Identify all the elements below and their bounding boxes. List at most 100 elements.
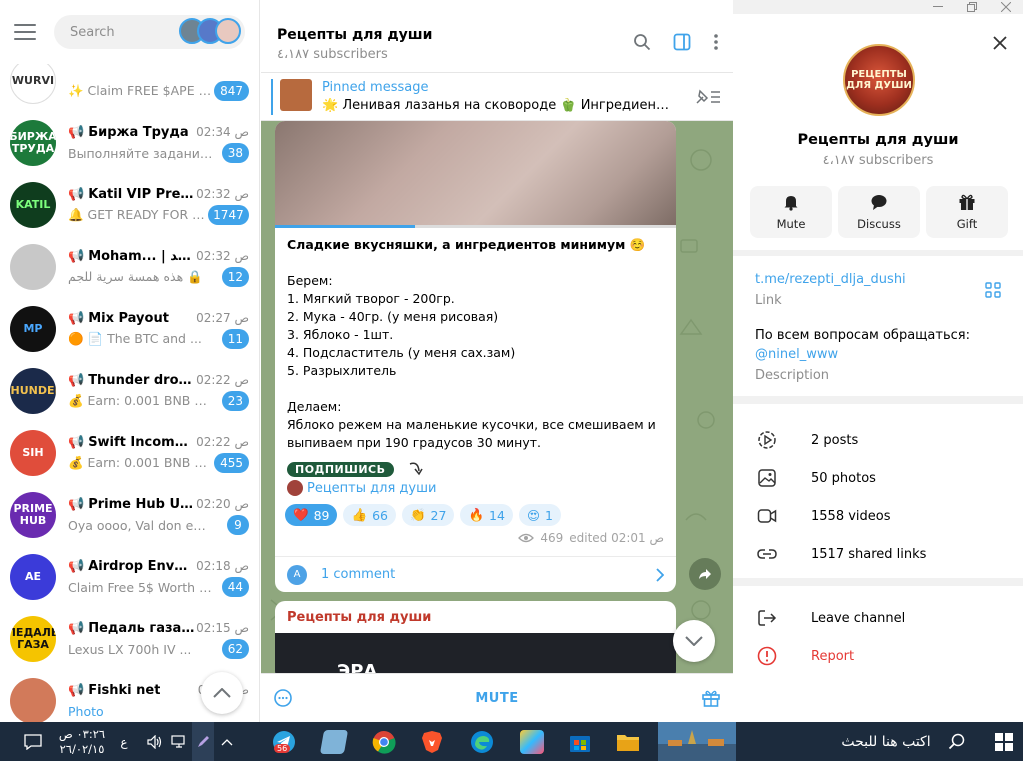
minimize-button[interactable] — [921, 0, 955, 14]
gift-action-button[interactable]: Gift — [926, 186, 1008, 238]
pinned-list-icon[interactable] — [695, 87, 721, 105]
sidebar-header: Search — [0, 0, 259, 64]
pen-button[interactable] — [192, 722, 214, 761]
leave-channel-button[interactable]: Leave channel — [755, 606, 905, 630]
brave-taskbar-app[interactable] — [412, 722, 452, 761]
reaction-chip[interactable]: 😍 1 — [518, 504, 561, 526]
photos-stat-row[interactable]: 50 photos — [755, 466, 876, 490]
info-channel-name: Рецепты для души — [797, 132, 959, 148]
qr-code-icon[interactable] — [985, 282, 1001, 298]
chat-time: 02:20 ص — [196, 497, 249, 511]
chat-list-item[interactable]: KATIL 📢 Katil VIP Pred... 02:32 ص 🔔 GET READ… — [0, 174, 259, 236]
info-subscribers: ٤،١٨٧ subscribers — [822, 153, 934, 168]
search-placeholder: Search — [70, 24, 115, 40]
taskbar-search-text[interactable]: اكتب هنا للبحث — [836, 722, 936, 761]
search-input[interactable]: Search — [54, 15, 245, 49]
chat-avatar: AE — [10, 554, 56, 600]
posts-stat-row[interactable]: 2 posts — [755, 428, 858, 452]
reaction-chip[interactable]: 🔥 14 — [460, 504, 513, 526]
chat-list-item[interactable]: SIH 📢Swift Income hub02:22 ص 💰 Earn: 0.001… — [0, 422, 259, 484]
description-text: По всем вопросам обращаться: — [755, 328, 970, 343]
chat-list-item[interactable]: ПЕДАЛЬ ГАЗА 📢Педаль газа | ...02:15 ص Lexu… — [0, 608, 259, 670]
chevron-up-icon — [213, 688, 231, 698]
stories-avatars[interactable] — [179, 18, 241, 44]
info-actions: Mute Discuss Gift — [750, 186, 1008, 238]
post-text: Сладкие вкусняшки, а ингредиентов миниму… — [275, 228, 676, 452]
restore-icon — [967, 2, 977, 12]
gift-icon[interactable] — [701, 688, 721, 708]
brave-icon — [422, 730, 442, 753]
file-explorer-taskbar-app[interactable] — [608, 722, 648, 761]
weather-widget[interactable] — [658, 722, 736, 761]
chat-list-item[interactable]: AE 📢 Airdrop Envoy™ 02:18 ص Claim Free 5$ Wo… — [0, 546, 259, 608]
notes-taskbar-app[interactable] — [314, 722, 354, 761]
video-progress[interactable] — [275, 225, 676, 228]
chrome-taskbar-app[interactable] — [364, 722, 404, 761]
share-arrow-icon — [699, 569, 711, 579]
channel-post[interactable]: Сладкие вкусняшки, а ингредиентов миниму… — [275, 121, 676, 592]
taskbar-clock[interactable]: ٠٣:٢٦ ص ٢٦/٠٢/١٥ — [52, 722, 112, 761]
chat-list-item[interactable]: 📢Moham... | مُحمد02:32 ص هذه همسة سرية لل… — [0, 236, 259, 298]
videos-stat-row[interactable]: 1558 videos — [755, 504, 891, 528]
scroll-down-button[interactable] — [673, 620, 715, 662]
channel-title[interactable]: Рецепты для души — [277, 27, 432, 43]
reaction-chip[interactable]: 👏 27 — [401, 504, 455, 526]
mute-action-button[interactable]: Mute — [750, 186, 832, 238]
chat-list-item[interactable]: THUNDER 📢Thunder drop...02:22 ص 💰 Earn: 0.… — [0, 360, 259, 422]
volume-button[interactable] — [144, 722, 166, 761]
close-window-button[interactable] — [989, 0, 1023, 14]
store-taskbar-app[interactable] — [560, 722, 600, 761]
channel-avatar[interactable]: РЕЦЕПТЫ ДЛЯ ДУШИ — [843, 44, 915, 116]
close-icon[interactable] — [993, 36, 1007, 50]
scroll-up-button[interactable] — [201, 672, 243, 714]
edge-taskbar-app[interactable] — [462, 722, 502, 761]
channel-mini-avatar — [287, 480, 303, 496]
reaction-chip[interactable]: ❤️ 89 — [285, 504, 338, 526]
show-hidden-icons-button[interactable] — [216, 722, 238, 761]
network-button[interactable] — [168, 722, 190, 761]
reaction-chip[interactable]: 👍 66 — [343, 504, 396, 526]
more-options-icon[interactable] — [713, 33, 719, 51]
chat-list-item[interactable]: MP 📢 Mix Payout 02:27 ص 🟠 📄 The BTC and ... 1… — [0, 298, 259, 360]
chat-list-sidebar: Search WURVI ✨ Claim FREE $APE To... 847 БИ… — [0, 0, 260, 722]
comments-button[interactable]: A 1 comment — [275, 556, 676, 592]
links-stat-row[interactable]: 1517 shared links — [755, 542, 926, 566]
unread-badge: 455 — [214, 453, 249, 473]
menu-icon[interactable] — [14, 24, 36, 40]
chat-time: 02:22 ص — [196, 435, 249, 449]
info-about-block: t.me/rezepti_dlja_dushi Link По всем воп… — [733, 256, 1023, 396]
channel-link-url[interactable]: t.me/rezepti_dlja_dushi — [755, 272, 906, 287]
unread-badge: 1747 — [207, 205, 249, 225]
windows-taskbar: ٠٣:٢٦ ص ٢٦/٠٢/١٥ ع 56 اكتب هنا للبحث — [0, 722, 1023, 761]
next-channel-post[interactable]: Рецепты для души ЭРА — [275, 601, 676, 673]
discuss-action-button[interactable]: Discuss — [838, 186, 920, 238]
discuss-icon[interactable] — [273, 688, 293, 708]
game-taskbar-app[interactable] — [512, 722, 552, 761]
chat-name: 📢 Fishki net — [68, 682, 161, 698]
input-language[interactable]: ع — [116, 722, 132, 761]
chat-avatar — [10, 244, 56, 290]
next-post-media[interactable]: ЭРА — [275, 633, 676, 673]
start-button[interactable] — [985, 722, 1023, 761]
taskbar-search-button[interactable] — [945, 722, 969, 761]
share-button[interactable] — [689, 558, 721, 590]
next-post-author: Рецепты для души — [287, 610, 432, 625]
post-video[interactable] — [275, 121, 676, 228]
chat-last-message: Claim Free 5$ Worth ST... — [68, 579, 213, 595]
mute-button[interactable]: MUTE — [475, 691, 518, 706]
chat-list-item[interactable]: PRIME HUB 📢 Prime Hub Up... 02:20 ص Oya oooo… — [0, 484, 259, 546]
report-button[interactable]: Report — [755, 644, 854, 668]
channel-link[interactable]: Рецепты для души — [287, 480, 664, 496]
maximize-button[interactable] — [955, 0, 989, 14]
post-headline: Сладкие вкусняшки, а ингредиентов миниму… — [287, 237, 646, 252]
search-icon[interactable] — [633, 33, 651, 51]
chat-last-message: Photo — [68, 703, 104, 719]
notification-center-button[interactable] — [18, 722, 48, 761]
description-handle[interactable]: @ninel_www — [755, 347, 838, 362]
sidebar-toggle-icon[interactable] — [673, 33, 691, 51]
pinned-message-bar[interactable]: Pinned message 🌟 Ленивая лазанья на сков… — [261, 73, 733, 121]
unread-badge: 38 — [221, 143, 249, 163]
telegram-taskbar-app[interactable]: 56 — [264, 722, 304, 761]
chat-list-item[interactable]: БИРЖА ТРУДА 📢 Биржа Труда 02:34 ص Выполняйте… — [0, 112, 259, 174]
channel-info-panel: РЕЦЕПТЫ ДЛЯ ДУШИ Рецепты для души ٤،١٨٧ … — [733, 0, 1023, 722]
